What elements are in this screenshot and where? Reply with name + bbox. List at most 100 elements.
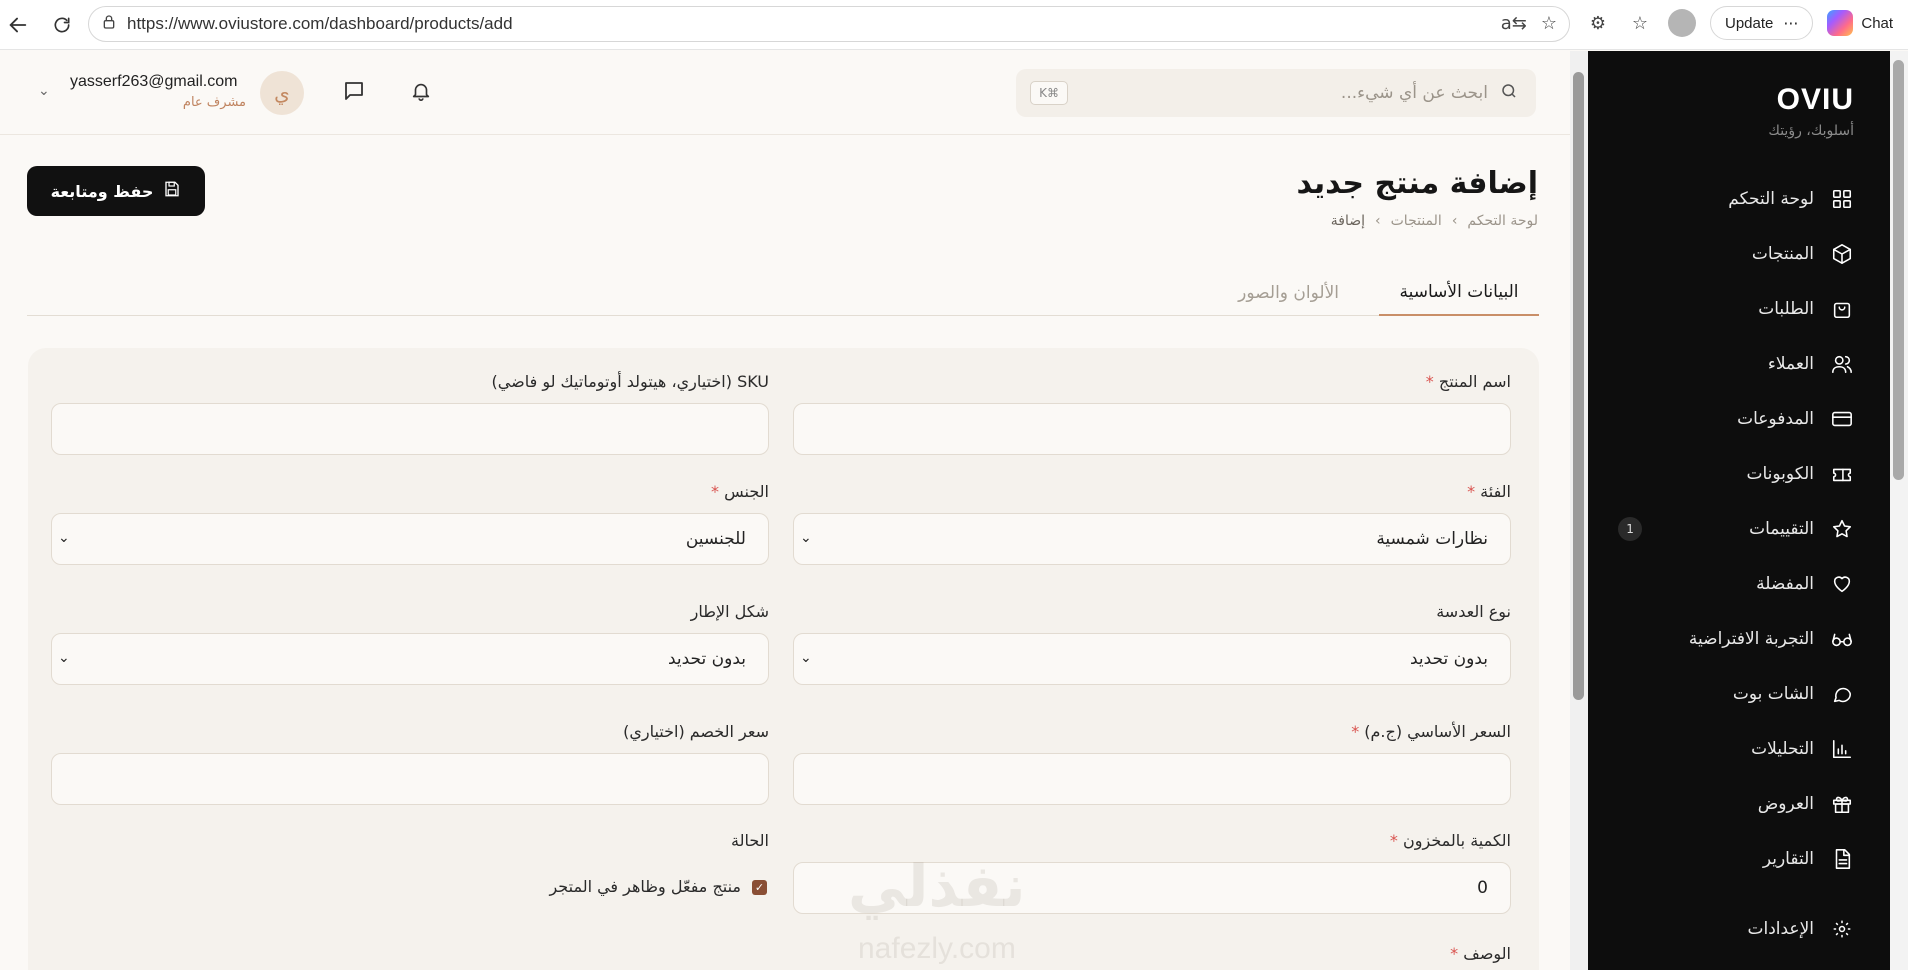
status-checkbox-label[interactable]: منتج مفعّل وظاهر في المتجر (549, 877, 741, 896)
sidebar-item-star[interactable]: التقييمات 1 (1588, 501, 1890, 556)
sidebar-item-label: العروض (1757, 793, 1814, 814)
topbar: ابحث عن أي شيء... ⌘K ي yasserf263@gmail.… (0, 51, 1570, 135)
chevron-down-icon: ⌄ (800, 530, 812, 546)
box-icon (1830, 242, 1854, 266)
tab-basic-data[interactable]: البيانات الأساسية (1379, 270, 1539, 316)
chat-icon (1830, 682, 1854, 706)
nafezly-watermark: نفذلي (848, 852, 1026, 920)
save-continue-button[interactable]: حفظ ومتابعة (27, 166, 205, 216)
base-price-label: السعر الأساسي (ج.م) * (1351, 722, 1511, 741)
sidebar-item-box[interactable]: المنتجات (1588, 226, 1890, 281)
sidebar-item-label: العملاء (1767, 353, 1814, 374)
sidebar-item-label: لوحة التحكم (1728, 188, 1814, 209)
sidebar-item-label: المنتجات (1751, 243, 1814, 264)
sku-input[interactable] (51, 403, 769, 455)
description-label: الوصف * (1450, 944, 1511, 963)
grid-icon (1830, 187, 1854, 211)
favorite-star-icon[interactable]: ☆ (1541, 13, 1557, 34)
discount-price-input[interactable] (51, 753, 769, 805)
sidebar-item-heart[interactable]: المفضلة (1588, 556, 1890, 611)
brand-logo[interactable]: OVIU (1777, 83, 1854, 117)
glasses-icon (1830, 627, 1854, 651)
back-icon[interactable] (0, 7, 36, 43)
category-select[interactable]: نظارات شمسية ⌄ (793, 513, 1511, 565)
translate-icon[interactable]: a⇆ (1501, 13, 1527, 34)
frame-shape-label: شكل الإطار (690, 602, 769, 621)
profile-avatar[interactable] (1668, 9, 1696, 37)
sidebar-item-bag[interactable]: الطلبات (1588, 281, 1890, 336)
file-icon (1830, 847, 1854, 871)
sidebar-item-card[interactable]: المدفوعات (1588, 391, 1890, 446)
stock-quantity-value: 0 (1477, 878, 1488, 898)
browser-toolbar: https://www.oviustore.com/dashboard/prod… (0, 0, 1908, 50)
sku-label: SKU (اختياري، هيتولد أوتوماتيك لو فاضي) (491, 372, 769, 391)
form-tabs: البيانات الأساسية الألوان والصور (27, 270, 1539, 316)
copilot-chat-button[interactable]: Chat (1827, 10, 1893, 36)
sidebar-item-users[interactable]: العملاء (1588, 336, 1890, 391)
status-checkbox[interactable]: ✓ (752, 880, 767, 895)
page-scrollbar-thumb[interactable] (1573, 72, 1584, 700)
sidebar-item-gift[interactable]: العروض (1588, 776, 1890, 831)
gender-value: للجنسين (685, 529, 746, 549)
extensions-icon[interactable]: ⚙ (1584, 9, 1612, 37)
bell-icon[interactable] (410, 79, 432, 107)
message-icon[interactable] (342, 79, 366, 107)
refresh-icon[interactable] (44, 7, 80, 43)
chevron-down-icon: ⌄ (800, 650, 812, 666)
card-icon (1830, 407, 1854, 431)
breadcrumb: لوحة التحكم › المنتجات › إضافة (1331, 213, 1538, 229)
sidebar-item-label: المدفوعات (1737, 408, 1814, 429)
sidebar-item-label: التجربة الافتراضية (1688, 628, 1814, 649)
tab-colors-images[interactable]: الألوان والصور (1218, 270, 1359, 316)
sidebar-item-glasses[interactable]: التجربة الافتراضية (1588, 611, 1890, 666)
status-label: الحالة (731, 831, 769, 850)
user-avatar[interactable]: ي (260, 71, 304, 115)
chevron-down-icon: ⌄ (58, 650, 70, 666)
breadcrumb-separator: › (1375, 213, 1381, 229)
sidebar-item-ticket[interactable]: الكوبونات (1588, 446, 1890, 501)
chevron-down-icon: ⌄ (58, 530, 70, 546)
search-input[interactable]: ابحث عن أي شيء... ⌘K (1016, 69, 1536, 117)
breadcrumb-separator: › (1451, 213, 1458, 229)
copilot-icon (1827, 10, 1854, 36)
url-text: https://www.oviustore.com/dashboard/prod… (127, 14, 513, 33)
sidebar-item-label: الشات بوت (1732, 683, 1814, 704)
star-icon (1830, 517, 1854, 541)
base-price-input[interactable] (793, 753, 1511, 805)
reviews-count-badge: 1 (1618, 516, 1642, 541)
breadcrumb-dashboard[interactable]: لوحة التحكم (1467, 213, 1538, 229)
sidebar-item-label: الطلبات (1758, 298, 1814, 319)
sidebar-item-label: التقييمات (1749, 518, 1814, 539)
gender-select[interactable]: للجنسين ⌄ (51, 513, 769, 565)
product-name-input[interactable] (793, 403, 1511, 455)
frame-shape-select[interactable]: بدون تحديد ⌄ (51, 633, 769, 685)
save-icon (163, 180, 181, 202)
heart-icon (1830, 572, 1854, 596)
sidebar-item-bar-chart[interactable]: التحليلات (1588, 721, 1890, 776)
sidebar-scrollbar-thumb[interactable] (1893, 60, 1904, 480)
sidebar-item-label: الكوبونات (1746, 463, 1814, 484)
search-placeholder: ابحث عن أي شيء... (1340, 83, 1488, 103)
sidebar-item-label: المفضلة (1756, 573, 1814, 594)
sidebar-item-file[interactable]: التقارير (1588, 831, 1890, 886)
nafezly-watermark-url: nafezly.com (858, 932, 1016, 965)
page-title: إضافة منتج جديد (1296, 166, 1539, 201)
sidebar-item-grid[interactable]: لوحة التحكم (1588, 171, 1890, 226)
lens-type-value: بدون تحديد (1409, 649, 1488, 669)
sidebar-item-settings[interactable]: الإعدادات (1588, 901, 1890, 956)
chevron-down-icon[interactable]: ⌄ (38, 83, 50, 99)
lens-type-select[interactable]: بدون تحديد ⌄ (793, 633, 1511, 685)
ticket-icon (1830, 462, 1854, 486)
sidebar-item-label: التقارير (1762, 848, 1814, 869)
breadcrumb-products[interactable]: المنتجات (1391, 213, 1442, 229)
discount-price-label: سعر الخصم (اختياري) (623, 722, 769, 741)
user-email[interactable]: yasserf263@gmail.com (70, 73, 237, 91)
sidebar-item-chat[interactable]: الشات بوت (1588, 666, 1890, 721)
address-bar[interactable]: https://www.oviustore.com/dashboard/prod… (88, 6, 1570, 42)
gear-icon (1830, 917, 1854, 941)
lens-type-label: نوع العدسة (1436, 602, 1511, 621)
favorites-icon[interactable]: ☆ (1626, 9, 1654, 37)
product-name-label: اسم المنتج * (1425, 372, 1511, 391)
update-button[interactable]: Update ⋯ (1710, 6, 1814, 40)
user-role: مشرف عام (182, 95, 246, 110)
